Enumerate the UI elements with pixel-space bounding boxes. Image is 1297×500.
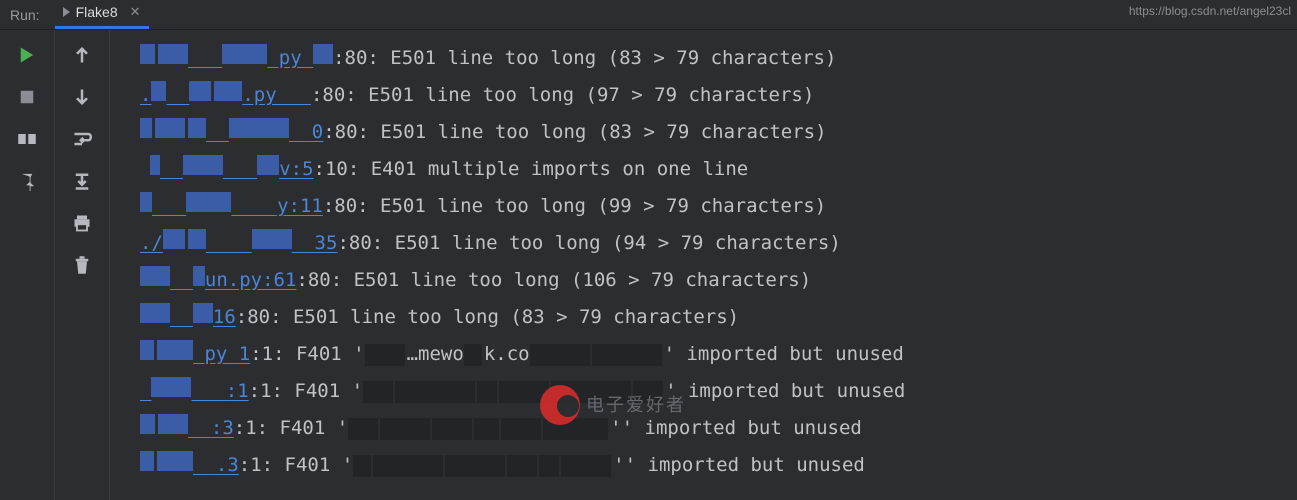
up-arrow-icon[interactable] [72, 45, 92, 65]
run-gutter-left [0, 30, 55, 500]
run-tab-flake8[interactable]: Flake8 ✕ [55, 0, 149, 29]
file-link[interactable]: v:5 [150, 151, 314, 188]
down-arrow-icon[interactable] [72, 87, 92, 107]
tab-label: Flake8 [76, 4, 118, 20]
output-line: un.py:61:80: E501 line too long (106 > 7… [140, 262, 1297, 299]
run-label: Run: [10, 7, 40, 23]
file-link[interactable]: ./ 35 [140, 225, 337, 262]
file-link[interactable]: :3 [140, 410, 234, 447]
print-icon[interactable] [72, 213, 92, 233]
file-link[interactable]: :1 [140, 373, 249, 410]
file-link[interactable]: .3 [140, 447, 239, 484]
console-output[interactable]: py :80: E501 line too long (83 > 79 char… [110, 30, 1297, 500]
output-line: :1:1: F401 ' ' imported but unused [140, 373, 1297, 410]
output-line: . .py :80: E501 line too long (97 > 79 c… [140, 77, 1297, 114]
run-panel-header: Run: Flake8 ✕ [0, 0, 1297, 30]
file-link[interactable]: py [140, 40, 333, 77]
output-line: 0:80: E501 line too long (83 > 79 charac… [140, 114, 1297, 151]
run-panel-body: py :80: E501 line too long (83 > 79 char… [0, 30, 1297, 500]
close-icon[interactable]: ✕ [130, 4, 141, 20]
file-link[interactable]: 16 [140, 299, 236, 336]
output-line: :3:1: F401 ' '' imported but unused [140, 410, 1297, 447]
run-gutter-right [55, 30, 110, 500]
output-line: 16:80: E501 line too long (83 > 79 chara… [140, 299, 1297, 336]
trash-icon[interactable] [72, 255, 92, 275]
layout-icon[interactable] [17, 129, 37, 149]
play-icon [63, 7, 70, 17]
output-line: py :80: E501 line too long (83 > 79 char… [140, 40, 1297, 77]
output-line: y:11:80: E501 line too long (99 > 79 cha… [140, 188, 1297, 225]
file-link[interactable]: . .py [140, 77, 311, 114]
output-line: .3:1: F401 ' '' imported but unused [140, 447, 1297, 484]
run-icon[interactable] [17, 45, 37, 65]
soft-wrap-icon[interactable] [72, 129, 92, 149]
output-line: v:5:10: E401 multiple imports on one lin… [140, 151, 1297, 188]
output-line: ./ 35:80: E501 line too long (94 > 79 ch… [140, 225, 1297, 262]
source-url-hint: https://blog.csdn.net/angel23cl [1129, 4, 1291, 18]
stop-icon[interactable] [17, 87, 37, 107]
file-link[interactable]: py 1 [140, 336, 250, 373]
pin-icon[interactable] [17, 171, 37, 191]
file-link[interactable]: 0 [140, 114, 323, 151]
file-link[interactable]: y:11 [140, 188, 323, 225]
file-link[interactable]: un.py:61 [140, 262, 296, 299]
output-line: py 1:1: F401 '…mewok.co ' imported but u… [140, 336, 1297, 373]
scroll-to-end-icon[interactable] [72, 171, 92, 191]
